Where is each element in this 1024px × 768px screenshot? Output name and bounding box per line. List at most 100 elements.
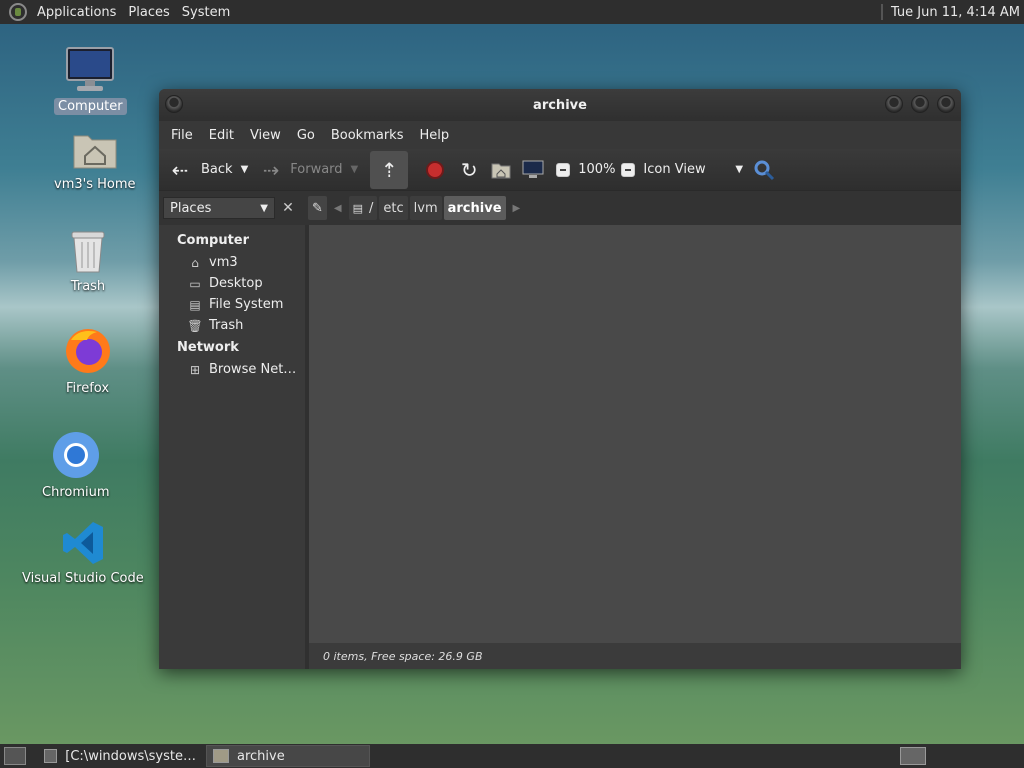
desktop-icon-label: Visual Studio Code	[22, 571, 144, 586]
back-history-dropdown[interactable]: ▼	[241, 164, 249, 175]
top-panel: Applications Places System Tue Jun 11, 4…	[0, 0, 1024, 24]
sidebar-item-vm3[interactable]: ⌂ vm3	[159, 252, 305, 273]
sidebar-type-label: Places	[170, 200, 212, 216]
stop-icon[interactable]	[426, 160, 445, 179]
gnome-foot-icon[interactable]	[9, 3, 27, 21]
view-mode-select[interactable]: Icon View	[643, 162, 727, 177]
breadcrumb-archive[interactable]: archive	[443, 196, 506, 220]
forward-label: Forward	[290, 162, 343, 177]
breadcrumb-etc[interactable]: etc	[379, 196, 408, 220]
trash-icon	[71, 231, 105, 273]
menu-help[interactable]: Help	[411, 128, 457, 143]
home-folder-icon	[73, 135, 117, 169]
minimize-button[interactable]	[885, 95, 903, 113]
terminal-icon	[44, 749, 58, 763]
folder-icon	[213, 749, 229, 763]
search-icon[interactable]	[753, 159, 775, 181]
chevron-down-icon: ▼	[260, 202, 268, 214]
desktop-icon-label: vm3's Home	[54, 177, 136, 192]
desktop-icon-chromium[interactable]: Chromium	[38, 430, 114, 501]
window-menu-button[interactable]	[165, 95, 183, 113]
workspace-switcher[interactable]	[900, 747, 926, 765]
home-folder-icon: ⌂	[191, 255, 199, 270]
sidebar-item-browse-network[interactable]: ⊞ Browse Net…	[159, 359, 305, 380]
places-sidebar: Computer ⌂ vm3 ▭ Desktop ▤ File System 🗑…	[159, 225, 309, 669]
view-mode-dropdown[interactable]: ▼	[735, 164, 743, 175]
breadcrumb: ✎ ◀ ▤ / etc lvm archive ▶	[307, 196, 526, 220]
file-view[interactable]: 0 items, Free space: 26.9 GB	[309, 225, 961, 669]
location-bar: Places ▼ ✕ ✎ ◀ ▤ / etc lvm archive ▶	[159, 191, 961, 225]
sidebar-item-filesystem[interactable]: ▤ File System	[159, 294, 305, 315]
up-button[interactable]: ⇡	[370, 150, 409, 189]
desktop-icon-computer[interactable]: Computer	[54, 46, 127, 115]
taskbar-item-archive[interactable]: archive	[206, 745, 370, 767]
menu-view[interactable]: View	[242, 128, 289, 143]
home-icon[interactable]	[490, 160, 512, 180]
zoom-out-icon[interactable]	[556, 162, 571, 177]
back-arrow-icon: ⇠	[171, 157, 189, 182]
taskbar-item-label: [C:\windows\syste…	[65, 748, 196, 764]
sidebar-item-label: vm3	[209, 255, 238, 270]
bottom-panel: [C:\windows\syste… archive	[0, 744, 1024, 768]
taskbar-item-terminal[interactable]: [C:\windows\syste…	[38, 745, 202, 767]
sidebar-heading-computer: Computer	[177, 233, 250, 248]
computer-icon[interactable]	[522, 160, 544, 180]
window-content: Computer ⌂ vm3 ▭ Desktop ▤ File System 🗑…	[159, 225, 961, 669]
breadcrumb-root-label: /	[369, 200, 374, 216]
maximize-button[interactable]	[911, 95, 929, 113]
toolbar: ⇠ Back ▼ ⇢ Forward ▼ ⇡ ↻ 100% Icon View …	[159, 149, 961, 191]
desktop-icon-vscode[interactable]: Visual Studio Code	[18, 520, 148, 587]
desktop-icon-label: Firefox	[66, 381, 110, 396]
up-arrow-icon: ⇡	[380, 157, 398, 182]
desktop-icon-label: Chromium	[42, 485, 110, 500]
filesystem-icon: ▤	[189, 297, 201, 312]
trash-icon: 🗑	[187, 318, 203, 333]
sidebar-heading-network: Network	[177, 340, 239, 355]
firefox-icon	[65, 329, 110, 373]
sidebar-item-label: Browse Net…	[209, 362, 297, 377]
file-manager-window: archive File Edit View Go Bookmarks Help…	[159, 89, 961, 669]
forward-arrow-icon: ⇢	[262, 157, 280, 182]
edit-location-icon[interactable]: ✎	[308, 196, 327, 220]
breadcrumb-lvm[interactable]: lvm	[409, 196, 442, 220]
menubar: File Edit View Go Bookmarks Help	[159, 121, 961, 149]
breadcrumb-root[interactable]: ▤ /	[348, 196, 378, 220]
menu-edit[interactable]: Edit	[201, 128, 242, 143]
status-bar: 0 items, Free space: 26.9 GB	[309, 643, 961, 669]
back-button[interactable]: ⇠ Back	[167, 150, 233, 190]
applications-menu[interactable]: Applications	[31, 5, 122, 20]
reload-icon[interactable]: ↻	[456, 158, 482, 182]
desktop-icon-home[interactable]: vm3's Home	[50, 128, 140, 193]
vscode-icon	[62, 522, 103, 564]
clock[interactable]: Tue Jun 11, 4:14 AM	[883, 5, 1024, 20]
sidebar-item-desktop[interactable]: ▭ Desktop	[159, 273, 305, 294]
system-menu[interactable]: System	[176, 5, 236, 20]
network-icon: ⊞	[189, 362, 201, 377]
window-titlebar[interactable]: archive	[159, 89, 961, 121]
zoom-in-icon[interactable]	[621, 162, 636, 177]
forward-button[interactable]: ⇢ Forward	[258, 150, 343, 190]
desktop-folder-icon: ▭	[189, 276, 201, 291]
desktop-icon-label: Trash	[70, 279, 106, 294]
menu-go[interactable]: Go	[289, 128, 323, 143]
desktop-icon-label: Computer	[54, 98, 127, 115]
forward-history-dropdown[interactable]: ▼	[351, 164, 359, 175]
sidebar-item-label: Trash	[209, 318, 244, 333]
desktop-icon-trash[interactable]: Trash	[66, 228, 110, 295]
sidebar-item-trash[interactable]: 🗑 Trash	[159, 315, 305, 336]
zoom-level[interactable]: 100%	[578, 162, 615, 177]
filesystem-icon: ▤	[352, 201, 364, 215]
sidebar-item-label: File System	[209, 297, 284, 312]
show-desktop-icon[interactable]	[4, 747, 26, 765]
sidebar-type-select[interactable]: Places ▼	[163, 197, 275, 219]
close-sidebar-icon[interactable]: ✕	[277, 197, 299, 219]
menu-bookmarks[interactable]: Bookmarks	[323, 128, 412, 143]
computer-icon	[66, 47, 115, 91]
desktop-icon-firefox[interactable]: Firefox	[62, 326, 113, 397]
breadcrumb-right-arrow[interactable]: ▶	[507, 203, 527, 214]
breadcrumb-left-arrow[interactable]: ◀	[328, 203, 348, 214]
menu-file[interactable]: File	[163, 128, 201, 143]
back-label: Back	[201, 162, 233, 177]
close-button[interactable]	[937, 95, 955, 113]
places-menu[interactable]: Places	[122, 5, 175, 20]
